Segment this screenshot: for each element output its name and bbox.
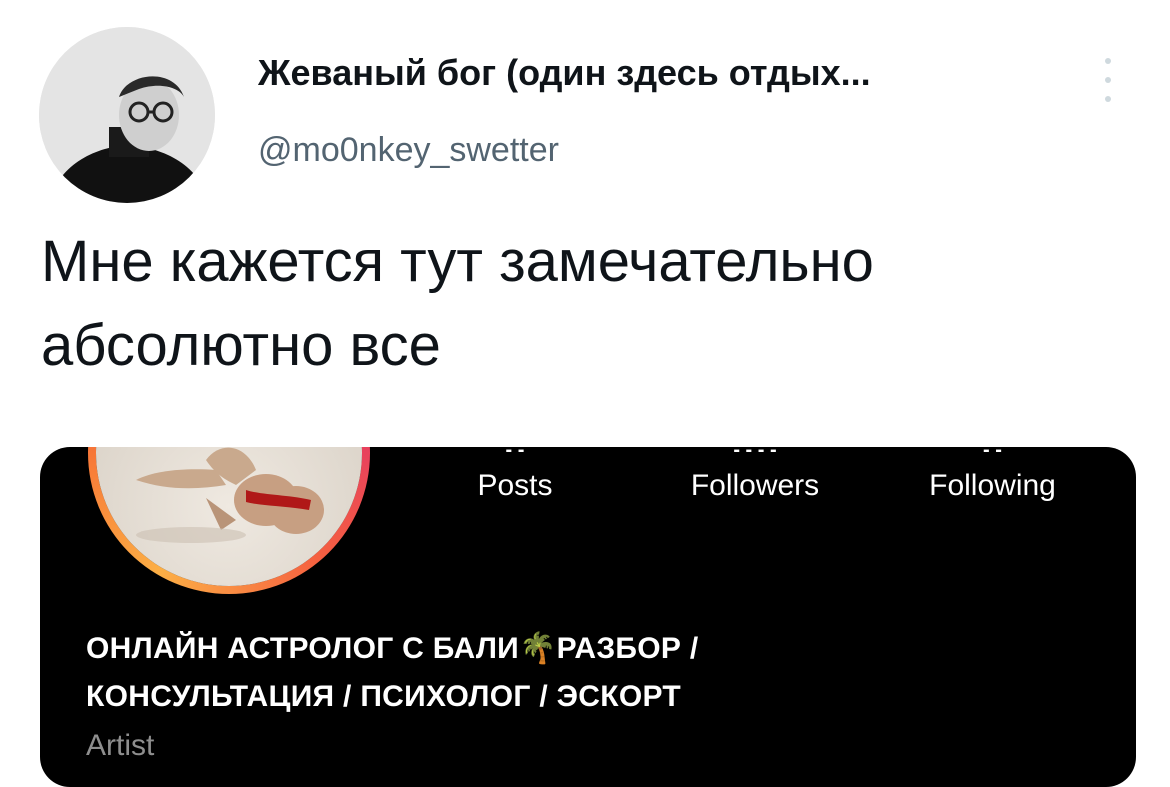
stat-label: Following [929,469,1056,502]
stat-followers[interactable]: - - - - Followers [660,447,850,503]
bio-line: КОНСУЛЬТАЦИЯ / ПСИХОЛОГ / ЭСКОРТ [86,680,682,713]
stat-following[interactable]: - - Following [900,447,1085,503]
author-avatar[interactable] [39,27,215,203]
tweet-media-image[interactable]: - - Posts - - - - Followers - - Followin… [40,447,1136,787]
more-options-button[interactable] [1096,58,1120,102]
avatar-photo [39,27,215,203]
story-ring [88,447,370,594]
bio-line: ОНЛАЙН АСТРОЛОГ С БАЛИ🌴РАЗБОР / [86,632,699,665]
author-display-name[interactable]: Жеваный бог (один здесь отдых... [258,52,871,94]
profile-photo[interactable] [96,447,362,586]
stat-label: Followers [690,469,820,502]
stat-posts[interactable]: - - Posts [460,447,570,503]
more-vertical-icon [1105,58,1111,64]
profile-category: Artist [86,729,155,762]
tweet-text-line: абсолютно все [41,313,441,378]
tweet-text: Мне кажется тут замечательно абсолютно в… [41,220,1141,388]
tweet-text-line: Мне кажется тут замечательно [41,229,874,294]
profile-bio: ОНЛАЙН АСТРОЛОГ С БАЛИ🌴РАЗБОР / КОНСУЛЬТ… [86,625,1086,721]
profile-photo-image [96,447,362,586]
author-handle[interactable]: @mo0nkey_swetter [258,131,559,170]
stat-label: Posts [477,469,553,502]
